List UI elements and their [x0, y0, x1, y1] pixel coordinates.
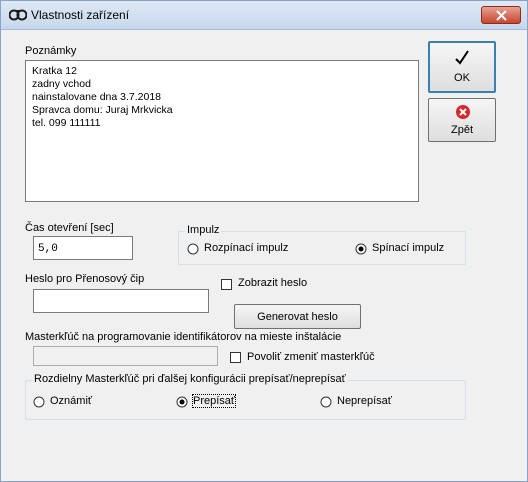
radio-spinaci[interactable]: [355, 243, 367, 255]
password-label: Heslo pro Přenosový čip: [25, 273, 145, 285]
allow-masterkey-change-label[interactable]: Povoliť zmeniť masterkľúč: [247, 351, 375, 363]
radio-spinaci-label[interactable]: Spínací impulz: [372, 242, 444, 254]
ok-label: OK: [454, 72, 470, 84]
notes-line: Kratka 12: [32, 65, 77, 77]
radio-neprepisat[interactable]: [320, 396, 332, 408]
cancel-icon: [456, 105, 470, 119]
open-time-value: 5,0: [38, 243, 58, 255]
generate-password-label: Generovat heslo: [257, 311, 338, 323]
close-icon: [496, 10, 507, 21]
radio-neprepisat-label[interactable]: Neprepísať: [337, 395, 392, 407]
notes-line: tel. 099 111111: [32, 117, 101, 129]
window-title: Vlastnosti zařízení: [31, 8, 130, 22]
generate-password-button[interactable]: Generovat heslo: [234, 304, 361, 329]
show-password-checkbox[interactable]: [221, 279, 232, 290]
notes-line: nainstalovane dna 3.7.2018: [32, 91, 162, 103]
back-button[interactable]: Zpět: [428, 98, 496, 142]
allow-masterkey-change-checkbox[interactable]: [230, 352, 241, 363]
masterkey-label: Masterkľúč na programovanie identifikáto…: [25, 331, 342, 343]
checkmark-icon: [455, 50, 469, 65]
notes-line: Spravca domu: Juraj Mrkvicka: [32, 104, 173, 116]
notes-textarea[interactable]: Kratka 12 zadny vchod nainstalovane dna …: [25, 60, 419, 202]
notes-line: zadny vchod: [32, 78, 91, 90]
radio-oznamit[interactable]: [33, 396, 45, 408]
password-input[interactable]: [33, 289, 209, 313]
notes-label: Poznámky: [25, 45, 77, 57]
title-bar[interactable]: Vlastnosti zařízení: [1, 1, 527, 30]
ok-button[interactable]: OK: [428, 41, 496, 93]
open-time-label: Čas otevření [sec]: [25, 222, 114, 234]
radio-rozpinaci-label[interactable]: Rozpínací impulz: [204, 242, 288, 254]
close-button[interactable]: [481, 6, 521, 24]
open-time-input[interactable]: 5,0: [33, 236, 133, 260]
radio-rozpinaci[interactable]: [187, 243, 199, 255]
back-label: Zpět: [450, 124, 473, 136]
masterkey-input[interactable]: [33, 346, 218, 366]
diff-masterkey-group-title: Rozdielny Masterkľúč pri ďalšej konfigur…: [32, 373, 348, 385]
app-icon: [9, 9, 27, 21]
radio-oznamit-label[interactable]: Oznámiť: [50, 395, 92, 407]
show-password-label[interactable]: Zobrazit heslo: [238, 277, 307, 289]
radio-prepisat[interactable]: [176, 396, 188, 408]
impulse-group-title: Impulz: [185, 224, 222, 236]
radio-prepisat-label[interactable]: Prepísať: [191, 394, 237, 408]
